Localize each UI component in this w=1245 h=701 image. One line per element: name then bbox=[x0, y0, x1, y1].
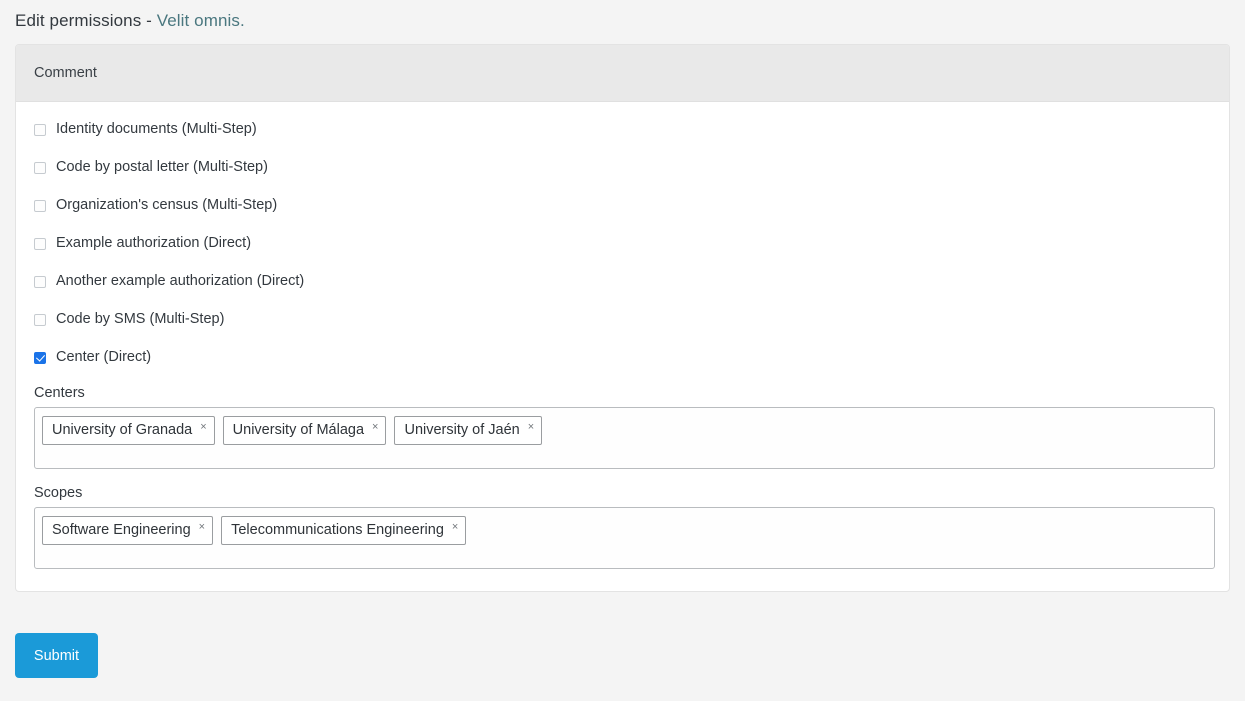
permission-checkbox[interactable] bbox=[34, 351, 46, 364]
permission-row[interactable]: Center (Direct) bbox=[34, 347, 1211, 368]
panel-body: Identity documents (Multi-Step) Code by … bbox=[16, 102, 1229, 591]
permission-label: Example authorization (Direct) bbox=[56, 235, 252, 251]
page-title-link[interactable]: Velit omnis. bbox=[157, 11, 245, 30]
permission-label: Code by SMS (Multi-Step) bbox=[56, 311, 225, 327]
permission-row[interactable]: Code by SMS (Multi-Step) bbox=[34, 309, 1211, 330]
submit-button[interactable]: Submit bbox=[15, 633, 98, 678]
close-icon[interactable]: × bbox=[372, 414, 378, 441]
permission-row[interactable]: Example authorization (Direct) bbox=[34, 233, 1211, 254]
permission-label: Organization's census (Multi-Step) bbox=[56, 197, 278, 213]
scopes-label: Scopes bbox=[34, 485, 83, 501]
centers-tag-label: University of Málaga bbox=[232, 422, 365, 438]
permission-checkbox[interactable] bbox=[34, 161, 46, 174]
centers-tag-input[interactable]: University of Granada × University of Má… bbox=[34, 407, 1215, 469]
permission-label: Code by postal letter (Multi-Step) bbox=[56, 159, 268, 175]
scopes-field-group: Scopes Software Engineering × Telecommun… bbox=[34, 485, 1215, 569]
page-title-prefix: Edit permissions - bbox=[15, 11, 157, 30]
permissions-list: Identity documents (Multi-Step) Code by … bbox=[34, 119, 1211, 368]
permission-checkbox[interactable] bbox=[34, 313, 46, 326]
panel-heading-title: Comment bbox=[34, 65, 97, 81]
permission-label: Another example authorization (Direct) bbox=[56, 273, 305, 289]
scopes-tag[interactable]: Software Engineering × bbox=[42, 514, 214, 545]
centers-field-group: Centers University of Granada × Universi… bbox=[34, 385, 1215, 469]
scopes-tag[interactable]: Telecommunications Engineering × bbox=[221, 514, 467, 545]
panel-heading: Comment bbox=[16, 45, 1229, 102]
permission-checkbox[interactable] bbox=[34, 123, 46, 136]
permission-label: Center (Direct) bbox=[56, 349, 152, 365]
centers-tag-label: University of Jaén bbox=[404, 422, 520, 438]
permission-checkbox[interactable] bbox=[34, 237, 46, 250]
centers-tag-label: University of Granada bbox=[52, 422, 193, 438]
permission-row[interactable]: Organization's census (Multi-Step) bbox=[34, 195, 1211, 216]
permission-checkbox[interactable] bbox=[34, 199, 46, 212]
scopes-tag-label: Software Engineering bbox=[52, 522, 191, 538]
centers-label: Centers bbox=[34, 385, 85, 401]
close-icon[interactable]: × bbox=[200, 414, 206, 441]
scopes-tag-input[interactable]: Software Engineering × Telecommunication… bbox=[34, 507, 1215, 569]
centers-tag[interactable]: University of Málaga × bbox=[222, 414, 387, 445]
permission-label: Identity documents (Multi-Step) bbox=[56, 121, 257, 137]
page-title: Edit permissions - Velit omnis. bbox=[15, 11, 245, 31]
centers-tag[interactable]: University of Granada × bbox=[42, 416, 215, 445]
permission-checkbox[interactable] bbox=[34, 275, 46, 288]
close-icon[interactable]: × bbox=[452, 514, 458, 541]
close-icon[interactable]: × bbox=[199, 514, 205, 541]
centers-tag[interactable]: University of Jaén × bbox=[394, 414, 543, 445]
close-icon[interactable]: × bbox=[528, 414, 534, 441]
scopes-tag-label: Telecommunications Engineering bbox=[231, 522, 444, 538]
edit-permissions-panel: Comment Identity documents (Multi-Step) … bbox=[15, 44, 1230, 592]
permission-row[interactable]: Another example authorization (Direct) bbox=[34, 271, 1211, 292]
permission-row[interactable]: Code by postal letter (Multi-Step) bbox=[34, 157, 1211, 178]
permission-row[interactable]: Identity documents (Multi-Step) bbox=[34, 119, 1211, 140]
